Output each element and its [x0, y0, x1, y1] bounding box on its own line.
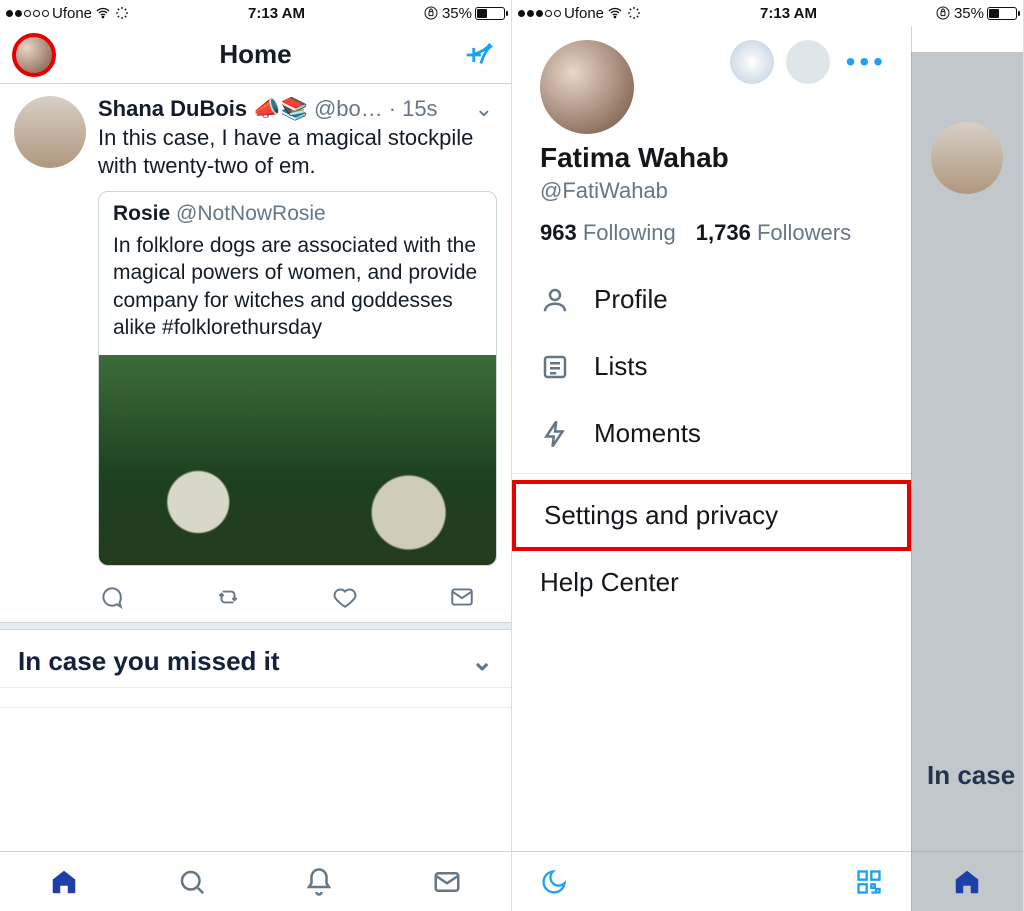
settings-label: Settings and privacy — [544, 500, 778, 530]
orientation-lock-icon — [935, 5, 951, 21]
phone-home: Ufone 7:13 AM 35% Home Shana DuBois 📣📚 @… — [0, 0, 512, 911]
signal-dots-icon — [518, 10, 561, 17]
wifi-icon — [95, 5, 111, 21]
drawer-profile-handle: @FatiWahab — [512, 174, 911, 204]
orientation-lock-icon — [423, 5, 439, 21]
quoted-author-handle: @NotNowRosie — [176, 202, 326, 225]
tweet-author-name[interactable]: Shana DuBois — [98, 96, 247, 122]
carrier-label: Ufone — [564, 5, 604, 22]
drawer-profile-avatar[interactable] — [540, 40, 634, 134]
signal-dots-icon — [6, 10, 49, 17]
account-switch-1[interactable] — [730, 40, 774, 84]
dimmed-background[interactable]: In case — [911, 52, 1023, 911]
tab-search-icon[interactable] — [177, 867, 207, 897]
tab-home-icon — [952, 867, 982, 897]
reply-icon[interactable] — [98, 584, 124, 610]
profile-icon — [540, 285, 570, 315]
page-title: Home — [0, 39, 511, 70]
share-dm-icon[interactable] — [449, 584, 475, 610]
menu-moments[interactable]: Moments — [512, 400, 911, 467]
account-switch-2[interactable] — [786, 40, 830, 84]
battery-icon — [987, 7, 1017, 20]
battery-icon — [475, 7, 505, 20]
menu-lists[interactable]: Lists — [512, 333, 911, 400]
menu-help-center[interactable]: Help Center — [512, 551, 911, 614]
quoted-media-image[interactable] — [99, 355, 496, 565]
section-gap — [0, 622, 511, 630]
tweet-more-chevron-icon[interactable]: ⌄ — [475, 96, 497, 122]
lists-icon — [540, 352, 570, 382]
moments-icon — [540, 419, 570, 449]
qr-code-icon[interactable] — [855, 868, 883, 896]
quoted-text: In folklore dogs are associated with the… — [113, 232, 482, 341]
menu-profile-label: Profile — [594, 284, 668, 315]
night-mode-icon[interactable] — [540, 868, 568, 896]
tweet-author-handle[interactable]: @bo… — [314, 96, 383, 122]
status-bar: Ufone 7:13 AM 35% — [512, 0, 1023, 26]
status-bar: Ufone 7:13 AM 35% — [0, 0, 511, 26]
account-drawer: ••• Fatima Wahab @FatiWahab 963 Followin… — [512, 26, 912, 911]
phone-drawer: Ufone 7:13 AM 35% ••• Fatima Wahab @Fati… — [512, 0, 1024, 911]
tab-notifications-icon[interactable] — [304, 867, 334, 897]
bottom-tab-bar — [0, 851, 511, 911]
drawer-profile-name[interactable]: Fatima Wahab — [512, 134, 911, 174]
dimmed-missed-label: In case — [911, 760, 1023, 791]
tab-home-icon[interactable] — [49, 867, 79, 897]
tweet-author-avatar[interactable] — [14, 96, 86, 168]
missed-section-header[interactable]: In case you missed it ⌄ — [0, 630, 511, 688]
battery-pct-label: 35% — [442, 5, 472, 22]
menu-lists-label: Lists — [594, 351, 647, 382]
chevron-down-icon: ⌄ — [471, 646, 493, 677]
menu-profile[interactable]: Profile — [512, 266, 911, 333]
divider — [512, 473, 911, 474]
loading-icon — [114, 5, 130, 21]
quoted-author-name: Rosie — [113, 202, 170, 225]
help-label: Help Center — [540, 567, 679, 597]
carrier-label: Ufone — [52, 5, 92, 22]
menu-settings-privacy[interactable]: Settings and privacy — [512, 480, 911, 551]
tweet-emoji: 📣📚 — [253, 96, 308, 122]
tweet-time: 15s — [402, 96, 437, 122]
menu-moments-label: Moments — [594, 418, 701, 449]
tab-messages-icon[interactable] — [432, 867, 462, 897]
clock-label: 7:13 AM — [760, 5, 817, 22]
missed-heading-label: In case you missed it — [18, 646, 280, 677]
wifi-icon — [607, 5, 623, 21]
quoted-tweet[interactable]: Rosie @NotNowRosie In folklore dogs are … — [98, 191, 497, 566]
dimmed-tab-home — [911, 851, 1023, 911]
retweet-icon[interactable] — [215, 584, 241, 610]
more-accounts-button[interactable]: ••• — [842, 46, 891, 78]
clock-label: 7:13 AM — [248, 5, 305, 22]
following-stat[interactable]: 963 Following — [540, 220, 676, 246]
battery-pct-label: 35% — [954, 5, 984, 22]
tweet-header: Shana DuBois 📣📚 @bo… · 15s ⌄ — [98, 96, 497, 122]
compose-tweet-button[interactable] — [461, 38, 495, 72]
loading-icon — [626, 5, 642, 21]
followers-stat[interactable]: 1,736 Followers — [696, 220, 851, 246]
tweet-actions — [0, 574, 511, 622]
tweet-text: In this case, I have a magical stockpile… — [98, 124, 497, 179]
timeline-header: Home — [0, 26, 511, 84]
dimmed-tweet-avatar — [931, 122, 1003, 194]
like-icon[interactable] — [332, 584, 358, 610]
tweet[interactable]: Shana DuBois 📣📚 @bo… · 15s ⌄ In this cas… — [0, 84, 511, 574]
